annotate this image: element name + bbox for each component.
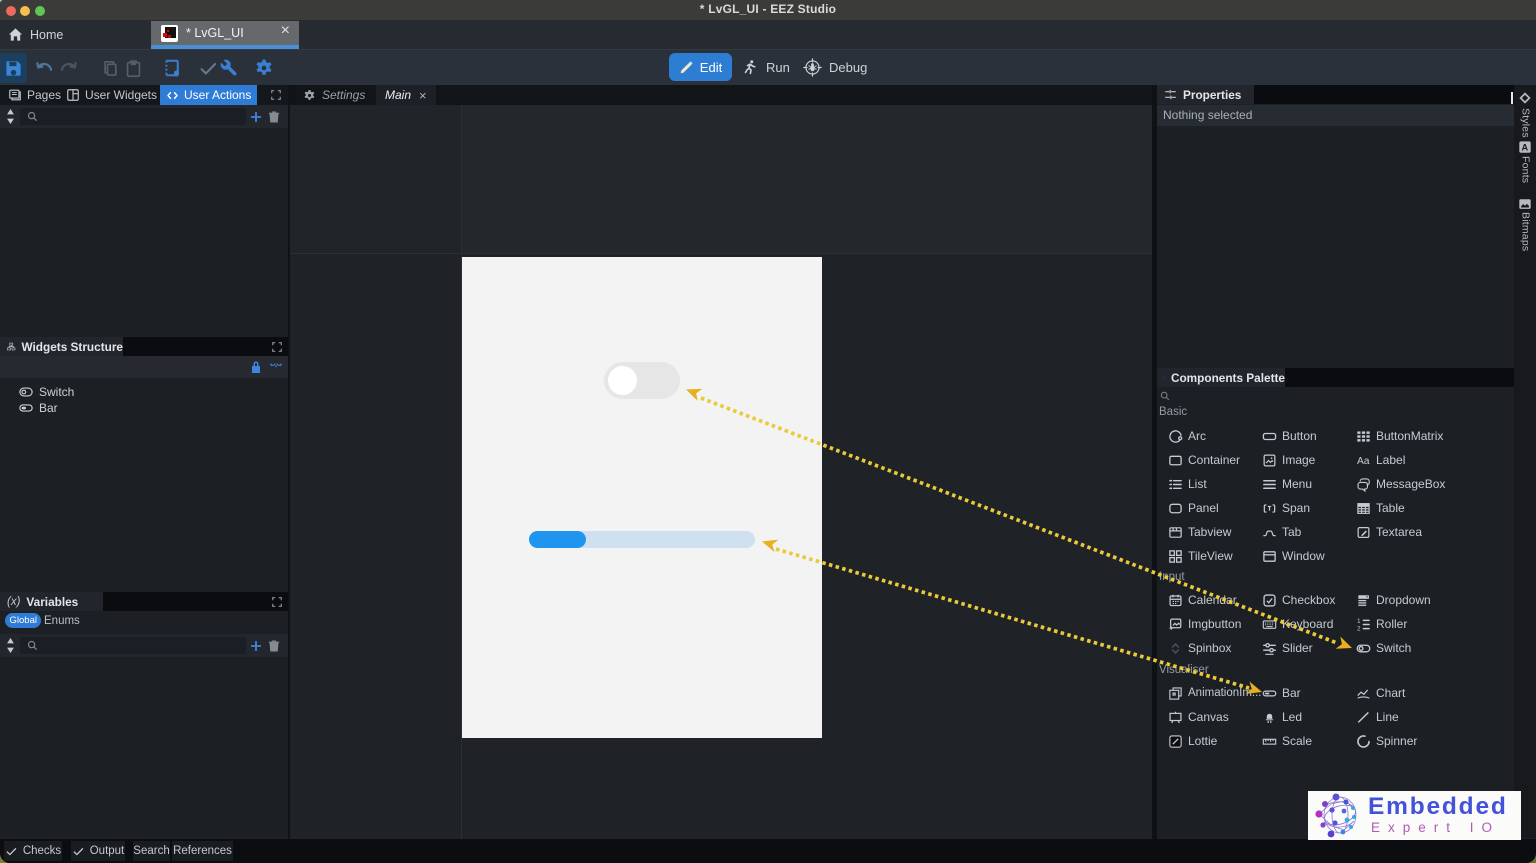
svg-text:2: 2: [1357, 625, 1361, 631]
svg-text:1: 1: [1357, 618, 1361, 625]
svg-text:A: A: [1522, 143, 1529, 153]
svg-text:Aa: Aa: [1357, 456, 1370, 467]
